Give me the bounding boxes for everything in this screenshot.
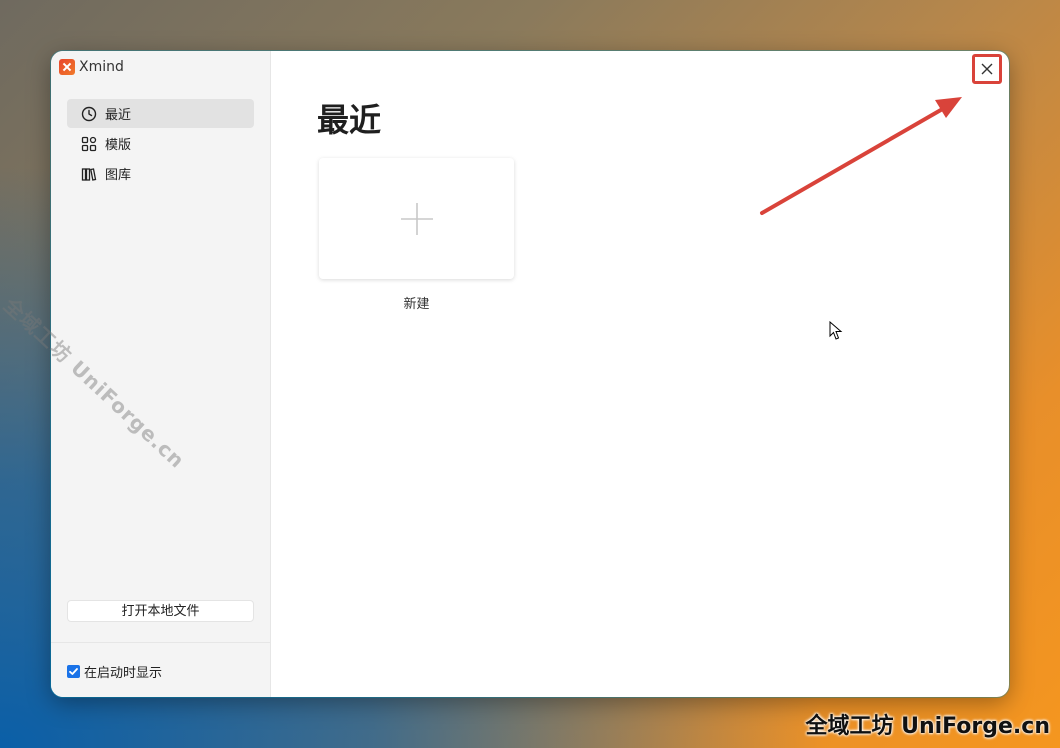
sidebar-nav: 最近 模版 图库: [67, 99, 254, 189]
sidebar-item-recent[interactable]: 最近: [67, 99, 254, 128]
sidebar-item-label: 模版: [105, 138, 132, 153]
close-icon: [981, 63, 993, 75]
mouse-cursor-icon: [829, 321, 843, 340]
show-on-startup-toggle[interactable]: 在启动时显示: [67, 662, 162, 681]
app-title-text: Xmind: [79, 59, 124, 75]
sidebar-item-label: 最近: [105, 108, 132, 123]
start-window: Xmind 最近 模版 图库 打开本地文件 在启动时显示 最近 新建: [50, 50, 1010, 698]
new-file-card[interactable]: [319, 158, 514, 279]
new-file-label: 新建: [403, 297, 430, 312]
show-on-startup-label: 在启动时显示: [84, 666, 163, 681]
page-title: 最近: [317, 101, 382, 139]
sidebar-item-templates[interactable]: 模版: [67, 129, 254, 158]
xmind-logo-icon: [59, 59, 75, 75]
app-title: Xmind: [59, 59, 124, 75]
library-icon: [81, 166, 97, 182]
show-on-startup-checkbox[interactable]: [67, 665, 80, 678]
sidebar-divider: [51, 642, 270, 643]
open-local-file-button[interactable]: 打开本地文件: [67, 600, 254, 622]
plus-icon: [400, 202, 433, 235]
sidebar-item-label: 图库: [105, 168, 132, 183]
watermark-corner: 全域工坊 UniForge.cn: [805, 714, 1050, 739]
template-grid-icon: [81, 136, 97, 152]
main-content: 最近 新建: [271, 51, 1009, 697]
close-button[interactable]: [972, 54, 1002, 84]
sidebar-item-library[interactable]: 图库: [67, 159, 254, 188]
clock-icon: [81, 106, 97, 122]
